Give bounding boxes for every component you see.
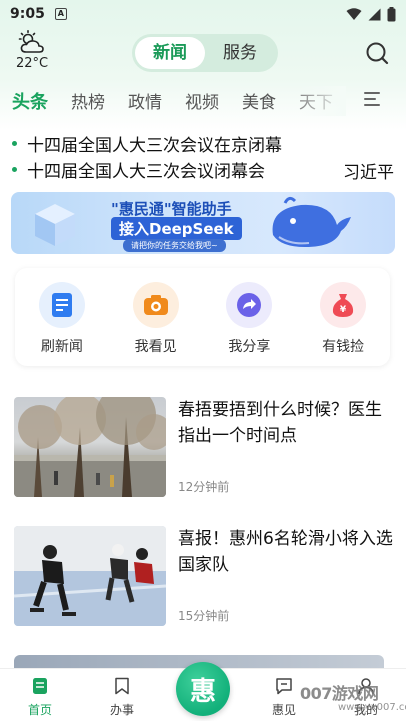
quick-action-pick-money[interactable]: ¥ 有钱捡	[308, 282, 378, 366]
nav-label: 首页	[27, 703, 52, 717]
battery-icon	[387, 6, 396, 21]
message-icon	[276, 678, 292, 695]
headline-text: 十四届全国人大三次会议在京闭幕	[27, 135, 282, 156]
bullet-dot	[12, 166, 17, 172]
cube-graphic	[35, 204, 75, 246]
status-icons	[346, 6, 396, 22]
quick-actions: 刷新闻 我看见 我分享 ¥ 有钱捡	[15, 268, 390, 366]
news-text: 喜报！惠州6名轮滑小将入选国家队 15分钟前	[178, 526, 394, 626]
qa-label: 有钱捡	[322, 339, 365, 355]
search-icon[interactable]	[364, 40, 390, 66]
nav-home[interactable]: 首页	[10, 677, 70, 718]
news-item[interactable]: 春捂要捂到什么时候？医生指出一个时间点 12分钟前	[14, 397, 394, 497]
news-time: 15分钟前	[178, 609, 230, 623]
tab-video[interactable]: 视频	[185, 90, 219, 116]
channel-menu-icon[interactable]	[364, 92, 380, 106]
watermark-url: www.yx007.com	[338, 702, 406, 713]
roller-skating-photo	[14, 526, 166, 626]
signal-icon	[368, 8, 381, 20]
banner-title: "惠民通"智能助手	[111, 200, 232, 218]
document-icon	[51, 293, 72, 317]
news-text: 春捂要捂到什么时候？医生指出一个时间点 12分钟前	[178, 397, 394, 497]
segment-news[interactable]: 新闻	[135, 37, 205, 69]
tree-park-photo	[14, 397, 166, 497]
headline-item[interactable]: 十四届全国人大三次会议在京闭幕	[12, 131, 282, 156]
wifi-icon	[346, 7, 362, 20]
center-action-button[interactable]: 惠	[176, 662, 230, 716]
deepseek-whale-logo	[272, 196, 351, 247]
headline-text: 十四届全国人大三次会议闭幕会	[27, 161, 265, 182]
status-bar: 9:05 A	[0, 0, 406, 28]
news-item[interactable]: 喜报！惠州6名轮滑小将入选国家队 15分钟前	[14, 526, 394, 626]
quick-action-i-see[interactable]: 我看见	[121, 282, 191, 366]
quick-action-refresh-news[interactable]: 刷新闻	[27, 282, 97, 366]
cloud-sun-icon	[18, 30, 44, 53]
quick-action-share[interactable]: 我分享	[214, 282, 284, 366]
money-bag-icon: ¥	[333, 294, 354, 317]
qa-label: 刷新闻	[40, 339, 83, 355]
qa-icon-bg: ¥	[320, 282, 367, 328]
headline-marquee-text[interactable]: 习近平	[343, 158, 394, 183]
tab-hot[interactable]: 热榜	[71, 90, 105, 116]
qa-label: 我看见	[134, 339, 177, 355]
status-time: 9:05	[10, 6, 45, 22]
banner-subtitle: 接入DeepSeek	[111, 217, 242, 240]
tab-headline[interactable]: 头条	[12, 90, 48, 116]
segment-service[interactable]: 服务	[205, 37, 275, 69]
news-time: 12分钟前	[178, 480, 230, 494]
nav-label: 办事	[109, 703, 134, 717]
qa-icon-bg	[132, 282, 179, 328]
camera-icon	[143, 295, 168, 315]
tabs-fade-overlay	[300, 86, 346, 116]
watermark-logo: 007游戏网	[300, 684, 379, 703]
bookmark-icon	[115, 677, 129, 695]
notification-icon: A	[54, 8, 67, 20]
svg-text:¥: ¥	[340, 305, 347, 315]
share-icon	[237, 293, 262, 317]
nav-services[interactable]: 办事	[92, 677, 152, 718]
banner-tip: 请把你的任务交给我吧~	[123, 239, 226, 252]
deepseek-banner[interactable]: "惠民通"智能助手 接入DeepSeek 请把你的任务交给我吧~	[11, 192, 395, 254]
news-title: 喜报！惠州6名轮滑小将入选国家队	[178, 529, 393, 575]
news-thumbnail	[14, 397, 166, 497]
qa-icon-bg	[226, 282, 273, 328]
qa-icon-bg	[38, 282, 85, 328]
news-thumbnail	[14, 526, 166, 626]
headline-item[interactable]: 十四届全国人大三次会议闭幕会	[12, 157, 332, 181]
weather-widget[interactable]: 22°C	[12, 30, 52, 71]
news-service-switch: 新闻 服务	[132, 34, 278, 72]
news-title: 春捂要捂到什么时候？医生指出一个时间点	[178, 400, 382, 446]
bullet-dot	[12, 140, 17, 146]
tab-politics[interactable]: 政情	[128, 90, 162, 116]
home-doc-icon	[33, 678, 47, 694]
weather-temperature: 22°C	[15, 56, 49, 71]
tab-food[interactable]: 美食	[242, 90, 276, 116]
qa-label: 我分享	[228, 339, 271, 355]
